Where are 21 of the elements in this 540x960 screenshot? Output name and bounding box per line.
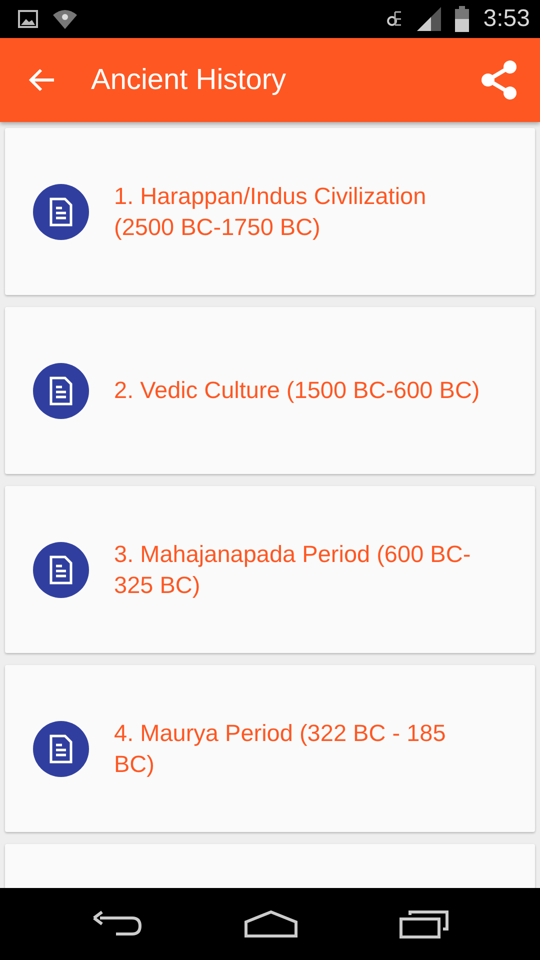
wifi-icon: [52, 8, 78, 30]
topic-title: 3. Mahajanapada Period (600 BC-325 BC): [114, 540, 472, 600]
topic-title: 4. Maurya Period (322 BC - 185 BC): [114, 718, 447, 779]
signal-icon: [417, 7, 442, 31]
status-time: 3:53: [483, 5, 530, 33]
home-button[interactable]: [242, 910, 299, 938]
document-icon: [33, 720, 89, 776]
share-button[interactable]: [480, 60, 518, 100]
image-icon: [18, 10, 38, 28]
battery-icon: [455, 6, 470, 32]
topic-title: 1. Harappan/Indus Civilization (2500 BC-1750 BC): [114, 182, 428, 242]
document-icon: [33, 362, 89, 418]
topic-card[interactable]: 4. Maurya Period (322 BC - 185 BC): [5, 665, 535, 832]
topic-card[interactable]: 1. Harappan/Indus Civilization (2500 BC-1750 BC): [5, 128, 535, 295]
topic-title: 2. Vedic Culture (1500 BC-600 BC): [114, 376, 481, 405]
document-icon: [33, 542, 89, 598]
topic-card[interactable]: 2. Vedic Culture (1500 BC-600 BC): [5, 307, 535, 474]
recent-apps-button[interactable]: [398, 909, 450, 939]
document-icon: [33, 184, 89, 240]
topic-card[interactable]: 3. Mahajanapada Period (600 BC-325 BC): [5, 486, 535, 653]
screen-title: Ancient History: [91, 64, 288, 96]
